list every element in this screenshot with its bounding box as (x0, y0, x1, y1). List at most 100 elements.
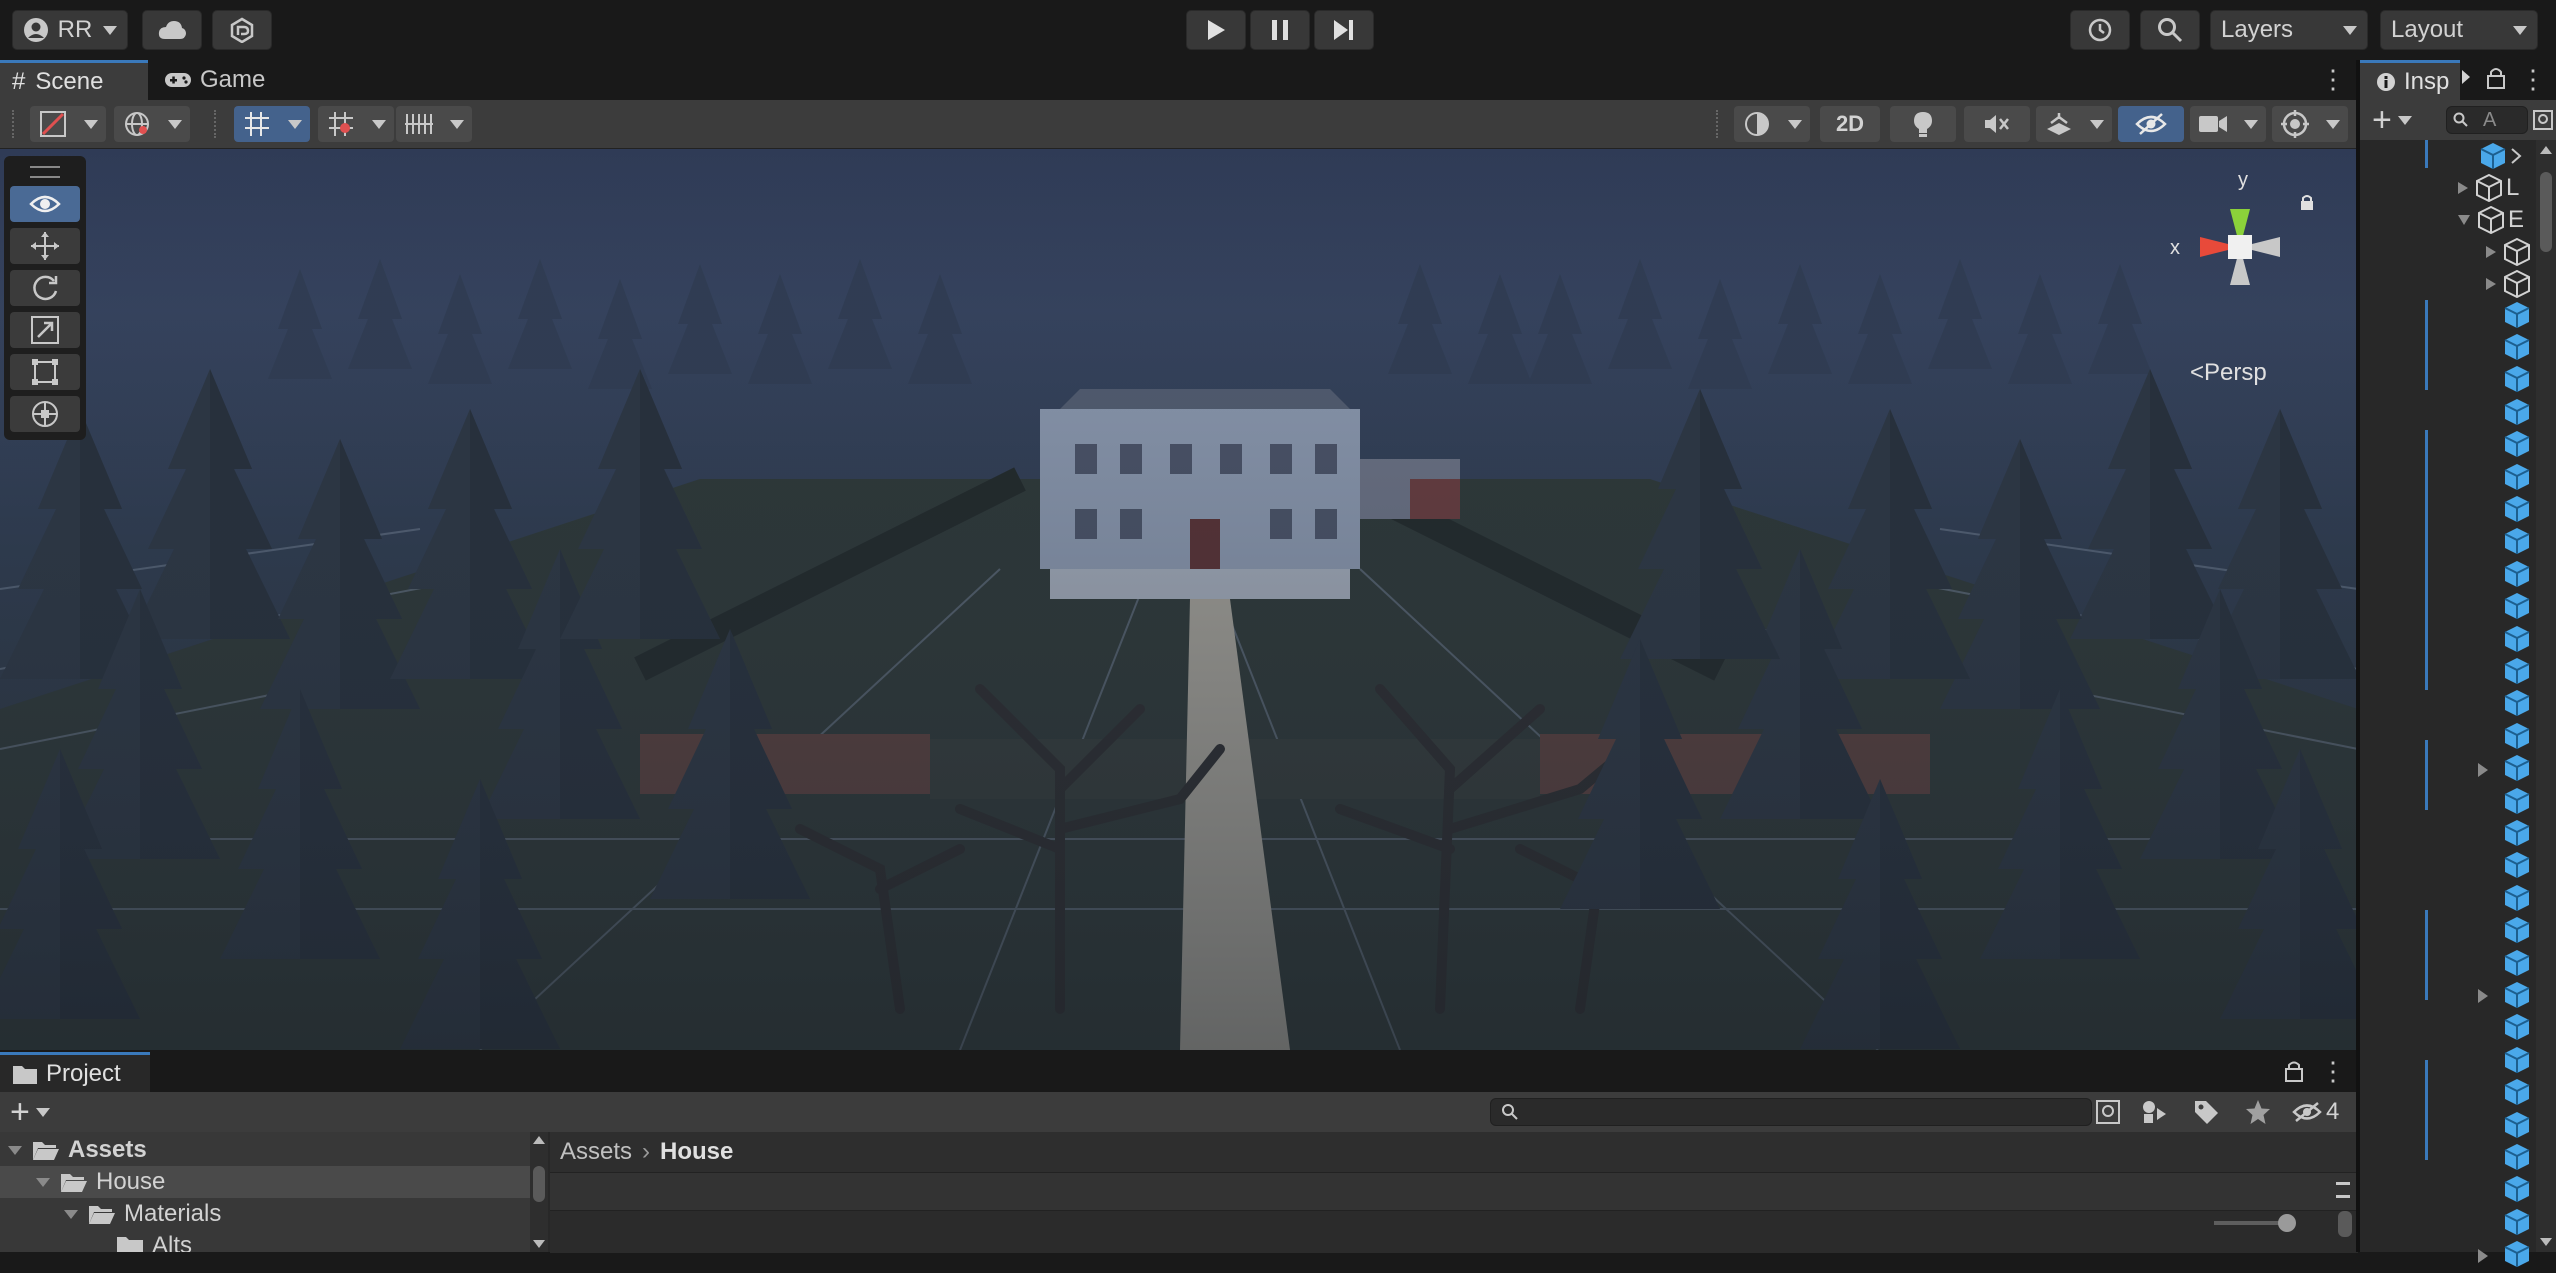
lock-icon[interactable] (2300, 194, 2314, 210)
hierarchy-row[interactable] (2504, 1014, 2530, 1045)
hierarchy-row[interactable] (2504, 917, 2530, 948)
projection-label[interactable]: <Persp (2190, 359, 2267, 387)
hierarchy-row[interactable] (2504, 463, 2530, 494)
global-local-dropdown[interactable] (114, 106, 190, 142)
hierarchy-row[interactable] (2504, 884, 2530, 915)
hierarchy-scrollbar[interactable] (2536, 140, 2556, 1252)
hierarchy-row[interactable] (2504, 593, 2530, 624)
layers-dropdown[interactable]: Layers (2210, 10, 2368, 50)
play-button[interactable] (1186, 10, 1246, 50)
view-tool-button[interactable] (10, 186, 80, 222)
hierarchy-row[interactable] (2504, 560, 2530, 591)
tree-item-materials[interactable]: Materials (0, 1198, 530, 1230)
hierarchy-row[interactable] (2504, 722, 2530, 753)
create-object-button[interactable]: + (2372, 103, 2412, 137)
hierarchy-search-input[interactable]: A (2446, 106, 2528, 134)
hierarchy-row[interactable] (2504, 366, 2530, 397)
hierarchy-row[interactable] (2504, 852, 2530, 883)
scroll-down-icon[interactable] (2540, 1238, 2552, 1246)
hierarchy-row[interactable] (2484, 268, 2530, 300)
undo-history-button[interactable] (2070, 10, 2130, 50)
account-dropdown[interactable]: RR (12, 10, 128, 50)
hidden-packages-toggle[interactable]: 4 (2292, 1096, 2339, 1128)
overlay-grip[interactable] (30, 166, 60, 178)
tree-item-assets[interactable]: Assets (0, 1134, 530, 1166)
hierarchy-row[interactable] (2504, 1079, 2530, 1110)
search-button[interactable] (2140, 10, 2200, 50)
rotate-tool-button[interactable] (10, 270, 80, 306)
filter-by-type-icon[interactable] (2140, 1098, 2168, 1126)
list-view-icon[interactable] (2336, 1182, 2350, 1198)
tab-game[interactable]: Game (152, 60, 292, 100)
scroll-down-icon[interactable] (533, 1240, 545, 1248)
hierarchy-row[interactable] (2504, 495, 2530, 526)
scroll-up-icon[interactable] (2540, 146, 2552, 154)
hierarchy-row[interactable] (2504, 625, 2530, 656)
hierarchy-row[interactable]: L (2456, 172, 2519, 204)
hierarchy-row[interactable] (2504, 301, 2530, 332)
breadcrumb-house[interactable]: House (660, 1138, 733, 1166)
draw-mode-dropdown[interactable] (30, 106, 106, 142)
orientation-gizmo[interactable]: y x <Persp (2160, 169, 2320, 386)
hierarchy-row[interactable] (2504, 398, 2530, 429)
hierarchy-row[interactable] (2504, 1176, 2530, 1207)
collab-button[interactable] (212, 10, 272, 50)
hierarchy-row[interactable] (2504, 949, 2530, 980)
gizmos-dropdown[interactable] (2272, 106, 2348, 142)
scale-tool-button[interactable] (10, 312, 80, 348)
tree-scrollbar[interactable] (530, 1132, 548, 1252)
step-button[interactable] (1314, 10, 1374, 50)
scene-viewport[interactable]: y x <Persp (0, 149, 2358, 1050)
hierarchy-row[interactable] (2504, 333, 2530, 364)
file-scrollbar-thumb[interactable] (2338, 1211, 2352, 1237)
tab-project[interactable]: Project (0, 1052, 150, 1092)
expand-arrow-icon[interactable] (2478, 989, 2488, 1004)
move-tool-button[interactable] (10, 228, 80, 264)
hierarchy-row[interactable] (2484, 236, 2530, 268)
hierarchy-row[interactable] (2504, 657, 2530, 688)
tab-inspector[interactable]: Insp (2360, 60, 2460, 100)
hierarchy-row[interactable] (2504, 1111, 2530, 1142)
chevron-right-icon[interactable] (2460, 68, 2472, 91)
more-options-icon[interactable]: ⋮ (2320, 64, 2346, 96)
lock-icon[interactable] (2284, 1060, 2304, 1087)
search-by-type-icon[interactable] (2532, 108, 2554, 132)
audio-toggle[interactable] (1964, 106, 2030, 142)
hierarchy-row[interactable] (2478, 1241, 2530, 1272)
cloud-button[interactable] (142, 10, 202, 50)
lighting-toggle[interactable] (1890, 106, 1956, 142)
transform-tool-button[interactable] (10, 396, 80, 432)
hierarchy-row[interactable] (2504, 528, 2530, 559)
hierarchy-row[interactable] (2504, 787, 2530, 818)
scene-visibility-toggle[interactable] (2118, 106, 2184, 142)
scroll-up-icon[interactable] (533, 1136, 545, 1144)
toggle-2d-button[interactable]: 2D (1820, 106, 1880, 142)
lock-icon[interactable] (2486, 66, 2506, 95)
hierarchy-row[interactable] (2504, 431, 2530, 462)
tab-scene[interactable]: # Scene (0, 60, 148, 100)
favorites-star-icon[interactable] (2244, 1098, 2272, 1126)
zoom-slider-track[interactable] (2214, 1221, 2286, 1225)
zoom-slider-handle[interactable] (2278, 1214, 2296, 1232)
expand-arrow-icon[interactable] (2478, 762, 2488, 777)
hierarchy-row[interactable] (2480, 140, 2522, 172)
hierarchy-row[interactable] (2504, 819, 2530, 850)
tree-item-alts[interactable]: Alts (0, 1230, 530, 1252)
create-asset-button[interactable]: + (10, 1095, 50, 1129)
hierarchy-row[interactable]: E (2456, 204, 2524, 236)
tree-item-house[interactable]: House (0, 1166, 530, 1198)
hierarchy-row[interactable] (2504, 1143, 2530, 1174)
breadcrumb-assets[interactable]: Assets (560, 1138, 632, 1166)
hierarchy-row[interactable] (2504, 1046, 2530, 1077)
more-options-icon[interactable]: ⋮ (2520, 64, 2546, 96)
pause-button[interactable] (1250, 10, 1310, 50)
scrollbar-thumb[interactable] (533, 1166, 545, 1202)
filter-by-label-icon[interactable] (2192, 1098, 2220, 1126)
shading-mode-dropdown[interactable] (1734, 106, 1810, 142)
rect-tool-button[interactable] (10, 354, 80, 390)
hierarchy-row[interactable] (2504, 690, 2530, 721)
layout-dropdown[interactable]: Layout (2380, 10, 2538, 50)
search-by-type-icon[interactable] (2094, 1098, 2122, 1126)
effects-dropdown[interactable] (2036, 106, 2112, 142)
more-options-icon[interactable]: ⋮ (2320, 1056, 2346, 1088)
